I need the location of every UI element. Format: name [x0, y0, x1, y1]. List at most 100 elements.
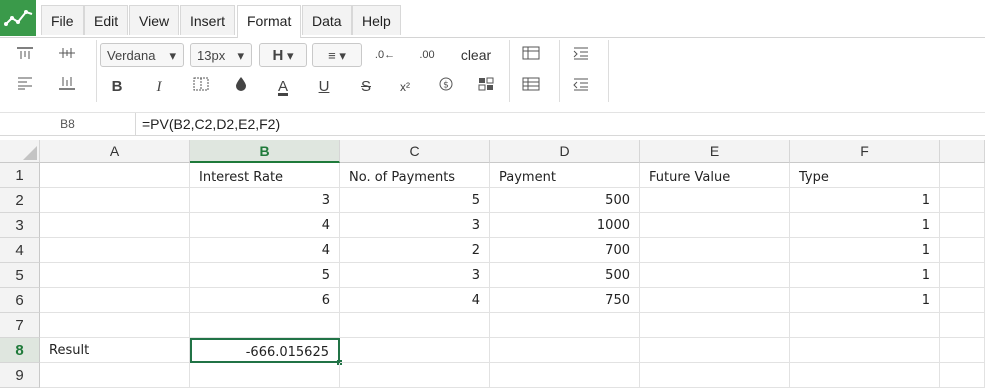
- cell-e9[interactable]: [640, 363, 790, 388]
- cell-a4[interactable]: [40, 238, 190, 263]
- row-header-5[interactable]: 5: [0, 263, 40, 288]
- select-all-corner[interactable]: [0, 140, 40, 163]
- cell-c6[interactable]: 4: [340, 288, 490, 313]
- menu-help[interactable]: Help: [352, 5, 401, 35]
- cell-d4[interactable]: 700: [490, 238, 640, 263]
- cell-f5[interactable]: 1: [790, 263, 940, 288]
- currency-icon[interactable]: $: [435, 75, 457, 99]
- cell-b5[interactable]: 5: [190, 263, 340, 288]
- column-header-b[interactable]: B: [190, 140, 340, 163]
- cell-f3[interactable]: 1: [790, 213, 940, 238]
- bold-button[interactable]: B: [106, 75, 128, 99]
- cell-e2[interactable]: [640, 188, 790, 213]
- border-style-select[interactable]: H ▾: [259, 43, 307, 67]
- cell-a6[interactable]: [40, 288, 190, 313]
- superscript-button[interactable]: x²: [394, 75, 416, 99]
- increase-decimal-icon[interactable]: .00: [414, 43, 440, 67]
- cell-e1[interactable]: Future Value: [640, 163, 790, 188]
- underline-button[interactable]: U: [313, 75, 335, 99]
- cell-c8[interactable]: [340, 338, 490, 363]
- table-icon[interactable]: [520, 44, 542, 68]
- cell-e6[interactable]: [640, 288, 790, 313]
- cell-extra-1[interactable]: [940, 163, 985, 188]
- cell-b7[interactable]: [190, 313, 340, 338]
- cell-f1[interactable]: Type: [790, 163, 940, 188]
- row-header-4[interactable]: 4: [0, 238, 40, 263]
- fill-color-icon[interactable]: [230, 75, 252, 99]
- column-header-d[interactable]: D: [490, 140, 640, 163]
- row-header-7[interactable]: 7: [0, 313, 40, 338]
- row-header-3[interactable]: 3: [0, 213, 40, 238]
- cell-b1[interactable]: Interest Rate: [190, 163, 340, 188]
- cell-b6[interactable]: 6: [190, 288, 340, 313]
- font-color-button[interactable]: A: [272, 75, 294, 99]
- row-header-2[interactable]: 2: [0, 188, 40, 213]
- outdent-icon[interactable]: [570, 75, 592, 99]
- cell-f4[interactable]: 1: [790, 238, 940, 263]
- italic-button[interactable]: I: [148, 75, 170, 99]
- menu-format[interactable]: Format: [237, 5, 302, 39]
- cell-e3[interactable]: [640, 213, 790, 238]
- format-icon[interactable]: [475, 75, 497, 99]
- cell-extra-9[interactable]: [940, 363, 985, 388]
- cell-d3[interactable]: 1000: [490, 213, 640, 238]
- cell-reference-box[interactable]: B8: [0, 113, 136, 135]
- cell-a9[interactable]: [40, 363, 190, 388]
- cell-b2[interactable]: 3: [190, 188, 340, 213]
- decrease-decimal-icon[interactable]: .0←: [372, 43, 398, 67]
- row-header-9[interactable]: 9: [0, 363, 40, 388]
- font-family-select[interactable]: Verdana ▾: [100, 43, 184, 67]
- cell-c4[interactable]: 2: [340, 238, 490, 263]
- align-top-icon[interactable]: [14, 45, 36, 69]
- font-size-select[interactable]: 13px ▾: [190, 43, 252, 67]
- menu-file[interactable]: File: [41, 5, 84, 35]
- cell-extra-8[interactable]: [940, 338, 985, 363]
- cell-d8[interactable]: [490, 338, 640, 363]
- cell-e7[interactable]: [640, 313, 790, 338]
- align-middle-icon[interactable]: [56, 45, 78, 69]
- cell-extra-5[interactable]: [940, 263, 985, 288]
- cell-b3[interactable]: 4: [190, 213, 340, 238]
- cell-a7[interactable]: [40, 313, 190, 338]
- menu-data[interactable]: Data: [302, 5, 352, 35]
- cell-f7[interactable]: [790, 313, 940, 338]
- cell-b8[interactable]: -666.015625: [190, 338, 340, 363]
- cell-extra-4[interactable]: [940, 238, 985, 263]
- cell-c3[interactable]: 3: [340, 213, 490, 238]
- cell-a8[interactable]: Result: [40, 338, 190, 363]
- cell-c5[interactable]: 3: [340, 263, 490, 288]
- cell-d5[interactable]: 500: [490, 263, 640, 288]
- cell-f8[interactable]: [790, 338, 940, 363]
- row-header-6[interactable]: 6: [0, 288, 40, 313]
- cell-c1[interactable]: No. of Payments: [340, 163, 490, 188]
- row-header-8[interactable]: 8: [0, 338, 40, 363]
- formula-input[interactable]: =PV(B2,C2,D2,E2,F2): [142, 113, 280, 135]
- menu-view[interactable]: View: [129, 5, 180, 35]
- cell-d9[interactable]: [490, 363, 640, 388]
- column-header-f[interactable]: F: [790, 140, 940, 163]
- cell-a2[interactable]: [40, 188, 190, 213]
- cell-extra-7[interactable]: [940, 313, 985, 338]
- cell-c2[interactable]: 5: [340, 188, 490, 213]
- column-header-e[interactable]: E: [640, 140, 790, 163]
- strikethrough-button[interactable]: S: [355, 75, 377, 99]
- column-header-c[interactable]: C: [340, 140, 490, 163]
- text-align-select[interactable]: ≡ ▾: [312, 43, 362, 67]
- cell-d2[interactable]: 500: [490, 188, 640, 213]
- cell-a3[interactable]: [40, 213, 190, 238]
- cell-c7[interactable]: [340, 313, 490, 338]
- menu-edit[interactable]: Edit: [84, 5, 129, 35]
- menu-insert[interactable]: Insert: [180, 5, 236, 35]
- clear-button[interactable]: clear: [455, 43, 497, 67]
- border-icon[interactable]: [190, 75, 212, 99]
- cell-a1[interactable]: [40, 163, 190, 188]
- cell-e8[interactable]: [640, 338, 790, 363]
- align-left-icon[interactable]: [14, 75, 36, 99]
- column-header-extra[interactable]: [940, 140, 985, 163]
- cell-c9[interactable]: [340, 363, 490, 388]
- cell-b4[interactable]: 4: [190, 238, 340, 263]
- cell-d7[interactable]: [490, 313, 640, 338]
- cell-extra-6[interactable]: [940, 288, 985, 313]
- cell-d6[interactable]: 750: [490, 288, 640, 313]
- cell-a5[interactable]: [40, 263, 190, 288]
